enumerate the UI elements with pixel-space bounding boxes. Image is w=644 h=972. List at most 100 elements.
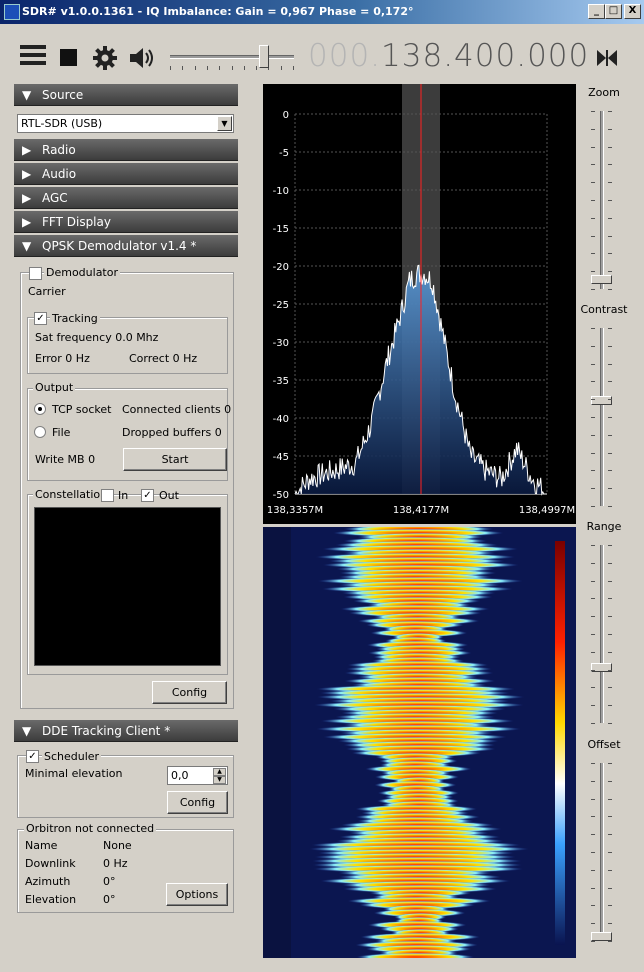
file-radio[interactable] [34,426,46,438]
fft-display-panel-header[interactable]: ▶ FFT Display [14,211,238,233]
agc-panel-header[interactable]: ▶ AGC [14,187,238,209]
elevation-value: 0° [103,893,116,906]
scheduler-checkbox[interactable]: ✓ [26,750,39,763]
volume-tick [293,66,294,70]
zoom-tick [591,253,595,255]
maximize-button[interactable]: □ [605,4,622,19]
contrast-tick [591,434,595,436]
azimuth-label: Azimuth [25,875,71,888]
tune-icon[interactable] [596,48,618,71]
volume-slider-thumb[interactable] [258,45,269,68]
y-tick-label: 0 [283,110,289,121]
zoom-tick [608,146,612,148]
out-label: Out [159,489,179,502]
qpsk-panel-header[interactable]: ▼ QPSK Demodulator v1.4 * [14,235,238,257]
offset-tick [608,763,612,764]
contrast-track[interactable] [600,328,604,506]
source-panel-header[interactable]: ▼ Source [14,84,238,106]
zoom-tick [591,164,595,166]
audio-panel-header[interactable]: ▶ Audio [14,163,238,185]
gear-icon[interactable] [92,45,118,74]
options-button[interactable]: Options [166,883,228,906]
y-tick-label: -25 [273,300,289,311]
offset-track[interactable] [600,763,604,941]
audio-panel-title: Audio [42,167,77,181]
source-device-value: RTL-SDR (USB) [21,117,103,130]
qpsk-config-button[interactable]: Config [152,681,227,704]
contrast-tick [608,345,612,347]
contrast-tick [608,328,612,329]
offset-slider-thumb[interactable] [591,932,612,941]
offset-tick [591,798,595,800]
waterfall-display[interactable] [263,527,576,958]
range-label: Range [586,520,622,533]
collapse-arrow-icon: ▼ [22,724,32,738]
radio-panel-header[interactable]: ▶ Radio [14,139,238,161]
tracking-group [27,317,228,374]
y-tick-label: -40 [273,414,289,425]
spectrum-analyzer[interactable]: 0 -5 -10 -15 -20 -25 -30 -35 -40 -45 -50 138,3357M 1… [263,84,576,524]
y-tick-label: -45 [273,452,289,463]
app-icon [4,4,20,20]
speaker-icon[interactable] [128,46,156,73]
offset-tick [608,852,612,853]
offset-tick [591,780,595,782]
tcp-socket-radio[interactable] [34,403,46,415]
tracking-checkbox[interactable]: ✓ [34,312,47,325]
frequency-display[interactable]: 000.138.400.000 [308,38,589,74]
dde-config-button[interactable]: Config [167,791,228,814]
range-tick [591,634,595,635]
agc-panel-title: AGC [42,191,68,205]
offset-tick [608,887,612,889]
range-track[interactable] [600,545,604,723]
waterfall-edge [263,527,291,958]
stop-icon[interactable] [60,49,78,70]
contrast-tick [608,470,612,472]
zoom-tick [591,289,595,290]
in-checkbox[interactable] [101,489,114,502]
source-device-select[interactable]: RTL-SDR (USB) ▼ [17,114,234,133]
menu-icon[interactable] [18,44,48,72]
dde-panel-title: DDE Tracking Client * [42,724,171,738]
range-slider-thumb[interactable] [591,663,612,673]
close-button[interactable]: X [624,4,641,19]
volume-ticks [170,66,294,70]
range-tick [591,598,595,600]
x-tick-label: 138,4177M [393,505,449,516]
offset-tick [608,834,612,836]
name-label: Name [25,839,58,852]
y-tick-label: -5 [279,148,289,159]
offset-tick [591,941,595,942]
zoom-track[interactable] [600,111,604,289]
expand-arrow-icon: ▶ [22,143,32,157]
range-tick [591,687,595,689]
demodulator-checkbox[interactable] [29,267,42,280]
minimize-button[interactable]: _ [588,4,605,19]
expand-arrow-icon: ▶ [22,215,32,229]
range-tick [608,580,612,582]
start-button[interactable]: Start [123,448,227,471]
zoom-tick [608,253,612,255]
minimal-elevation-input[interactable]: 0,0 ▲ ▼ [167,766,228,785]
orbitron-legend: Orbitron not connected [24,822,157,835]
range-tick [608,723,612,724]
offset-tick [608,869,612,871]
offset-tick [591,816,595,818]
title-bar[interactable]: SDR# v1.0.0.1361 - IQ Imbalance: Gain = … [0,0,644,24]
in-label: In [118,489,129,502]
spin-up-icon[interactable]: ▲ [213,768,226,776]
zoom-tick [591,200,595,201]
range-tick [608,705,612,707]
offset-tick [608,905,612,907]
dropdown-arrow-icon[interactable]: ▼ [217,116,232,131]
spin-down-icon[interactable]: ▼ [213,776,226,784]
fft-display-panel-title: FFT Display [42,215,111,229]
volume-track[interactable] [170,55,294,59]
zoom-slider-thumb[interactable] [591,274,612,284]
volume-tick [206,66,208,70]
out-checkbox[interactable]: ✓ [141,489,154,502]
contrast-tick [591,506,595,507]
zoom-tick [608,289,612,290]
dde-panel-header[interactable]: ▼ DDE Tracking Client * [14,720,238,742]
constellation-legend: Constellation [33,488,110,501]
